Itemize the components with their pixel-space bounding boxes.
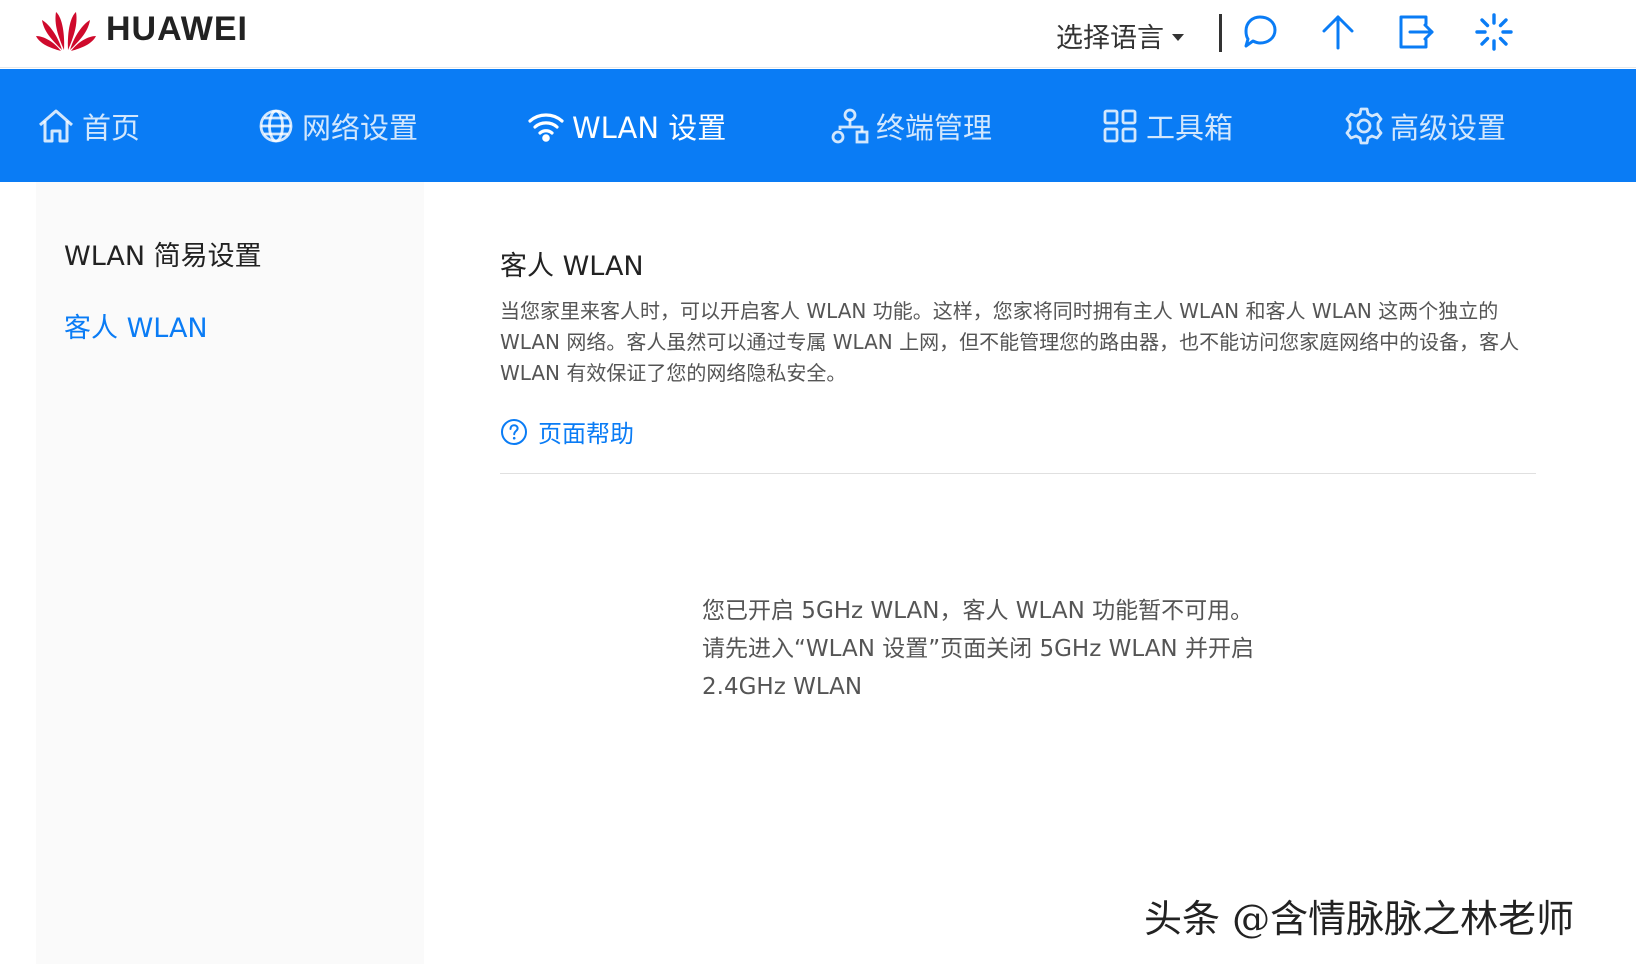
nav-wlan-settings[interactable]: WLAN 设置	[526, 69, 726, 182]
section-divider	[500, 473, 1536, 474]
notice-line: 请先进入“WLAN 设置”页面关闭 5GHz WLAN 并开启	[702, 636, 1254, 662]
nav-home[interactable]: 首页	[36, 69, 140, 182]
notice-line: 您已开启 5GHz WLAN，客人 WLAN 功能暂不可用。	[702, 598, 1254, 624]
sidebar-item-guest-wlan[interactable]: 客人 WLAN	[64, 306, 208, 345]
unavailable-notice: 您已开启 5GHz WLAN，客人 WLAN 功能暂不可用。 请先进入“WLAN…	[702, 592, 1322, 706]
language-selector[interactable]: 选择语言	[1056, 16, 1184, 55]
sidebar: WLAN 简易设置 客人 WLAN	[36, 182, 424, 964]
huawei-logo[interactable]: HUAWEI	[34, 6, 248, 52]
upload-arrow-icon[interactable]	[1318, 12, 1358, 52]
globe-icon	[259, 109, 293, 142]
page-help-link[interactable]: 页面帮助	[500, 414, 634, 449]
sidebar-item-wlan-simple-settings[interactable]: WLAN 简易设置	[64, 234, 262, 273]
huawei-flower-icon	[36, 12, 96, 51]
main-nav: 首页 网络设置 WLAN 设置 终端管理 工具箱 高级设置	[0, 69, 1636, 182]
help-circle-icon	[501, 418, 527, 445]
nav-label: 工具箱	[1146, 110, 1234, 145]
nav-network-settings[interactable]: 网络设置	[256, 69, 418, 182]
brand-name: HUAWEI	[106, 9, 248, 48]
notice-line: 2.4GHz WLAN	[702, 674, 863, 700]
nav-label: 首页	[82, 110, 141, 145]
page-help-label: 页面帮助	[538, 420, 634, 448]
wifi-icon	[528, 112, 564, 142]
chat-bubble-icon[interactable]	[1240, 12, 1280, 52]
nav-label: 网络设置	[302, 110, 419, 145]
header-divider	[1219, 14, 1222, 52]
home-icon	[39, 109, 73, 142]
loading-spinner-icon[interactable]	[1474, 12, 1514, 52]
nav-label: 高级设置	[1390, 110, 1507, 145]
language-label: 选择语言	[1056, 23, 1164, 54]
nav-toolbox[interactable]: 工具箱	[1100, 69, 1233, 182]
logout-icon[interactable]	[1396, 12, 1436, 52]
section-title: 客人 WLAN	[500, 251, 644, 282]
network-topology-icon	[831, 108, 869, 143]
section-description: 当您家里来客人时，可以开启客人 WLAN 功能。这样，您家将同时拥有主人 WLA…	[500, 299, 1520, 385]
nav-device-management[interactable]: 终端管理	[830, 69, 992, 182]
nav-advanced-settings[interactable]: 高级设置	[1344, 69, 1506, 182]
nav-label: WLAN 设置	[572, 110, 727, 145]
top-header: HUAWEI 选择语言	[0, 0, 1636, 68]
grid-tools-icon	[1103, 109, 1137, 142]
nav-label: 终端管理	[876, 110, 993, 145]
watermark: 头条 @含情脉脉之林老师	[1144, 897, 1575, 941]
gear-icon	[1345, 107, 1383, 144]
caret-down-icon	[1172, 34, 1184, 41]
